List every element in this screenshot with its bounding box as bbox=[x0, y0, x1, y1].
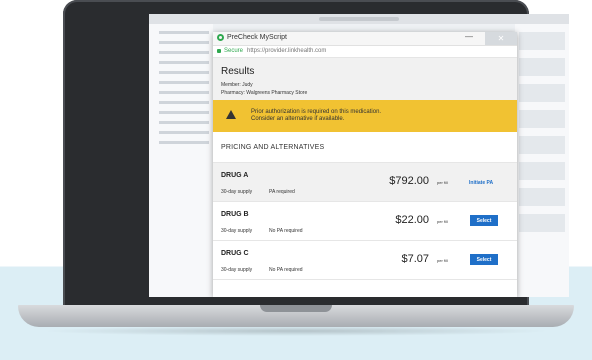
background-side-panel bbox=[515, 24, 569, 297]
browser-toolbar bbox=[149, 14, 569, 30]
drug-price: $7.07 bbox=[401, 253, 429, 265]
drug-price: $792.00 bbox=[389, 175, 429, 187]
per-fill-label: per fill bbox=[437, 219, 448, 224]
select-button[interactable]: Select bbox=[470, 215, 498, 226]
drug-supply: 30-day supply bbox=[221, 267, 253, 273]
drug-supply: 30-day supply bbox=[221, 228, 253, 234]
drug-pa-status: No PA required bbox=[269, 267, 303, 273]
close-button[interactable]: ✕ bbox=[485, 32, 517, 45]
laptop-shadow bbox=[40, 326, 552, 336]
lock-icon bbox=[217, 49, 221, 53]
warning-icon bbox=[226, 110, 236, 119]
drug-row-b: DRUG B 30-day supply No PA required $22.… bbox=[213, 202, 517, 241]
drug-name: DRUG B bbox=[221, 211, 249, 218]
per-fill-label: per fill bbox=[437, 258, 448, 263]
laptop-lid: PreCheck MyScript — ✕ Secure https://pro… bbox=[63, 0, 569, 308]
address-bar: Secure https://provider.linkhealth.com bbox=[213, 46, 517, 58]
results-header: Results Member: Judy Pharmacy: Walgreens… bbox=[213, 58, 517, 100]
drug-supply: 30-day supply bbox=[221, 189, 253, 195]
app-name: PreCheck MyScript bbox=[227, 34, 287, 41]
browser-url-bar[interactable] bbox=[319, 17, 399, 21]
initiate-pa-link[interactable]: Initiate PA bbox=[469, 180, 493, 186]
minimize-button[interactable]: — bbox=[465, 32, 473, 41]
results-title: Results bbox=[221, 66, 255, 77]
pricing-section-title: PRICING AND ALTERNATIVES bbox=[221, 144, 325, 151]
popup-url: https://provider.linkhealth.com bbox=[247, 48, 327, 54]
drug-row-c: DRUG C 30-day supply No PA required $7.0… bbox=[213, 241, 517, 280]
drug-pa-status: PA required bbox=[269, 189, 295, 195]
drug-pa-status: No PA required bbox=[269, 228, 303, 234]
select-button[interactable]: Select bbox=[470, 254, 498, 265]
per-fill-label: per fill bbox=[437, 180, 448, 185]
drug-name: DRUG C bbox=[221, 250, 249, 257]
precheck-logo-icon bbox=[217, 34, 224, 41]
popup-titlebar: PreCheck MyScript — ✕ bbox=[213, 32, 517, 46]
secure-label: Secure bbox=[224, 48, 244, 54]
background-form-panel bbox=[149, 24, 213, 297]
prior-auth-alert: Prior authorization is required on this … bbox=[213, 100, 517, 132]
drug-row-a: DRUG A 30-day supply PA required $792.00… bbox=[213, 163, 517, 202]
alert-line-1: Prior authorization is required on this … bbox=[251, 109, 382, 115]
pricing-section-header: PRICING AND ALTERNATIVES bbox=[213, 132, 517, 163]
pharmacy-info: Pharmacy: Walgreens Pharmacy Store bbox=[221, 90, 308, 96]
laptop-screen: PreCheck MyScript — ✕ Secure https://pro… bbox=[149, 14, 569, 297]
drug-name: DRUG A bbox=[221, 172, 249, 179]
drug-price: $22.00 bbox=[395, 214, 429, 226]
precheck-popup-window: PreCheck MyScript — ✕ Secure https://pro… bbox=[213, 32, 517, 297]
laptop-notch bbox=[260, 305, 332, 312]
alert-line-2: Consider an alternative if available. bbox=[251, 116, 345, 122]
member-info: Member: Judy bbox=[221, 82, 253, 88]
